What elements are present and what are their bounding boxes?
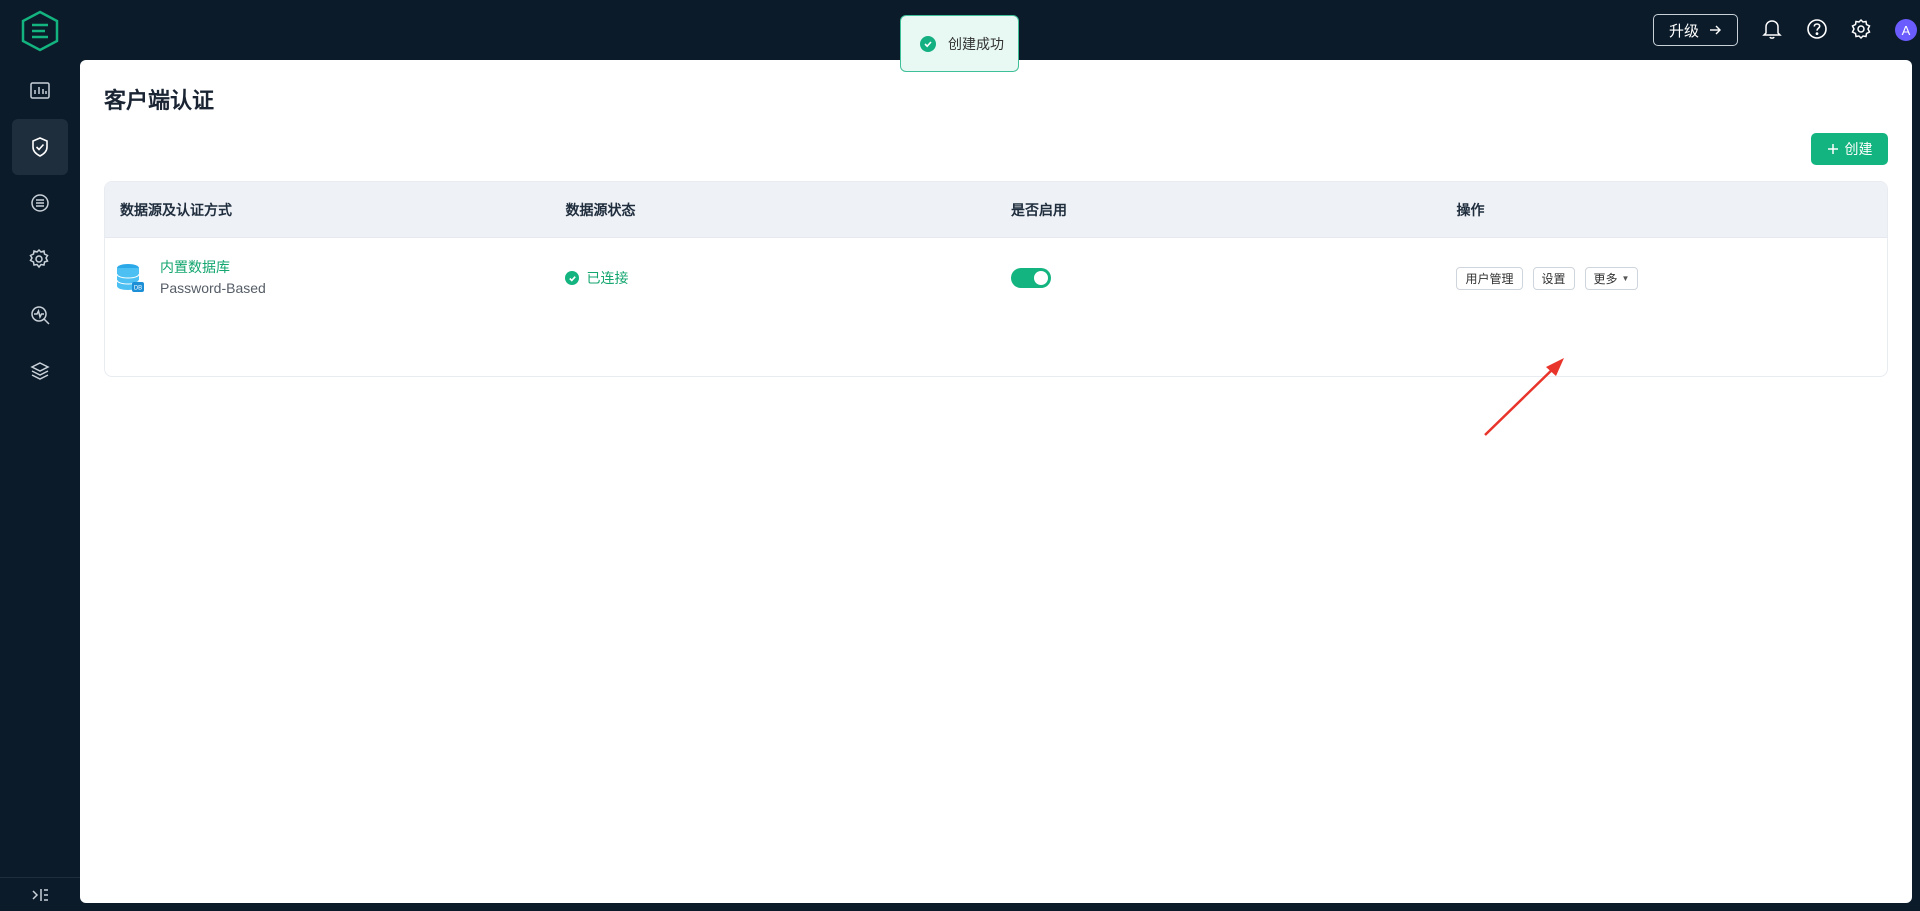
sidebar-item-dashboard[interactable]: [12, 63, 68, 119]
page-title: 客户端认证: [104, 88, 215, 113]
user-avatar[interactable]: A: [1895, 19, 1917, 41]
create-label: 创建: [1844, 141, 1873, 157]
sidebar-item-diagnose[interactable]: [12, 287, 68, 343]
source-info: 内置数据库 Password-Based: [160, 257, 266, 299]
enable-toggle[interactable]: [1010, 268, 1051, 288]
management-gear-icon: [29, 248, 49, 269]
integration-icon: [31, 194, 49, 212]
bell-icon: [1762, 20, 1782, 39]
toast-message: 创建成功: [948, 35, 1004, 52]
sidebar-item-integration[interactable]: [12, 175, 68, 231]
notification-bell-button[interactable]: [1760, 17, 1784, 41]
source-name-link[interactable]: 内置数据库: [160, 257, 266, 278]
status-cell: 已连接: [550, 268, 996, 288]
success-toast: 创建成功: [900, 15, 1019, 72]
sidebar-item-access-control[interactable]: [12, 119, 68, 175]
upgrade-button[interactable]: 升级: [1653, 14, 1738, 46]
more-dropdown-button[interactable]: 更多 ▼: [1584, 266, 1639, 290]
more-label: 更多: [1593, 271, 1618, 286]
table-row: DB 内置数据库 Password-Based 已连接 用户管理 设置 更多 ▼: [105, 238, 1887, 318]
help-icon: [1807, 19, 1827, 39]
arrow-right-icon: [1710, 25, 1721, 35]
column-header-source: 数据源及认证方式: [120, 201, 232, 218]
settings-button[interactable]: [1849, 17, 1873, 41]
sidebar: [0, 0, 80, 911]
plus-icon: [1827, 144, 1838, 154]
diagnose-icon: [31, 306, 50, 325]
connected-check-icon: [565, 271, 580, 285]
status-badge: 已连接: [565, 268, 628, 288]
settings-row-button[interactable]: 设置: [1532, 266, 1575, 290]
sidebar-item-management[interactable]: [12, 231, 68, 287]
database-icon: DB: [116, 264, 144, 292]
status-text: 已连接: [586, 270, 629, 286]
column-header-status: 数据源状态: [565, 201, 636, 218]
caret-down-icon: ▼: [1621, 273, 1630, 283]
enabled-cell: [996, 268, 1442, 288]
dashboard-icon: [30, 82, 50, 99]
table-header: 数据源及认证方式 数据源状态 是否启用 操作: [105, 182, 1887, 238]
main-panel: 客户端认证 创建 数据源及认证方式 数据源状态 是否启用 操作 DB 内置数据库…: [80, 60, 1912, 903]
help-button[interactable]: [1805, 17, 1829, 41]
authentication-table: 数据源及认证方式 数据源状态 是否启用 操作 DB 内置数据库 Password…: [104, 181, 1888, 377]
sidebar-item-extensions[interactable]: [12, 343, 68, 399]
create-button[interactable]: 创建: [1811, 133, 1888, 165]
success-check-icon: [920, 35, 936, 52]
column-header-enabled: 是否启用: [1011, 201, 1067, 218]
emqx-logo[interactable]: [20, 10, 60, 52]
collapse-menu-icon: [32, 888, 48, 901]
sidebar-collapse-button[interactable]: [0, 877, 80, 911]
shield-check-icon: [32, 137, 48, 157]
layers-icon: [30, 362, 50, 380]
upgrade-label: 升级: [1668, 22, 1699, 40]
user-management-button[interactable]: 用户管理: [1456, 266, 1523, 290]
gear-icon: [1851, 18, 1871, 40]
actions-cell: 用户管理 设置 更多 ▼: [1441, 266, 1887, 290]
column-header-actions: 操作: [1456, 201, 1485, 218]
svg-text:DB: DB: [134, 286, 142, 292]
auth-type: Password-Based: [160, 280, 266, 296]
source-cell: DB 内置数据库 Password-Based: [105, 257, 550, 299]
